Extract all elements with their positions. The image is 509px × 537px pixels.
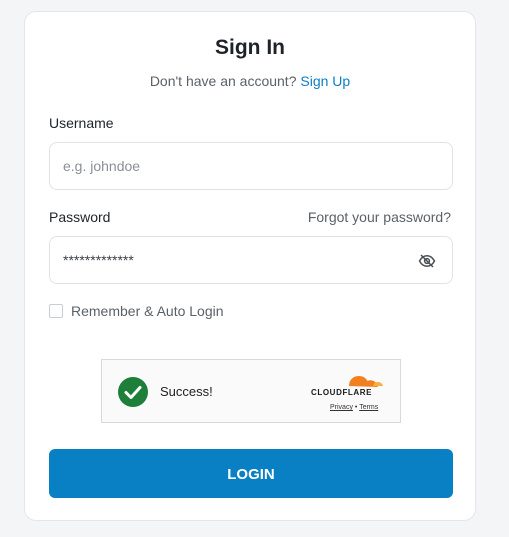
- signup-prompt: Don't have an account? Sign Up: [25, 73, 475, 89]
- cloudflare-wordmark: CLOUDFLARE: [311, 388, 373, 397]
- signup-link[interactable]: Sign Up: [300, 73, 350, 89]
- password-input[interactable]: [63, 237, 403, 283]
- remember-me[interactable]: Remember & Auto Login: [49, 303, 224, 319]
- eye-off-icon[interactable]: [418, 252, 436, 270]
- success-check-icon: [118, 377, 148, 407]
- login-button[interactable]: LOGIN: [49, 449, 453, 498]
- username-label: Username: [49, 115, 114, 131]
- cloudflare-captcha-widget[interactable]: Success! CLOUDFLARE Privacy • Terms: [101, 359, 401, 423]
- captcha-status: Success!: [160, 384, 213, 399]
- page-title: Sign In: [215, 36, 285, 59]
- signup-prompt-text: Don't have an account?: [149, 73, 297, 89]
- forgot-password-link[interactable]: Forgot your password?: [308, 209, 451, 225]
- username-input[interactable]: [63, 143, 403, 189]
- password-label: Password: [49, 209, 111, 225]
- terms-link[interactable]: Terms: [359, 404, 378, 411]
- password-field-box: [49, 236, 453, 284]
- login-card: Sign In Don't have an account? Sign Up U…: [24, 11, 476, 521]
- remember-label: Remember & Auto Login: [71, 303, 224, 319]
- link-separator: •: [354, 404, 358, 411]
- captcha-links: Privacy • Terms: [330, 404, 378, 411]
- username-field-box: [49, 142, 453, 190]
- remember-checkbox[interactable]: [49, 304, 63, 318]
- privacy-link[interactable]: Privacy: [330, 404, 353, 411]
